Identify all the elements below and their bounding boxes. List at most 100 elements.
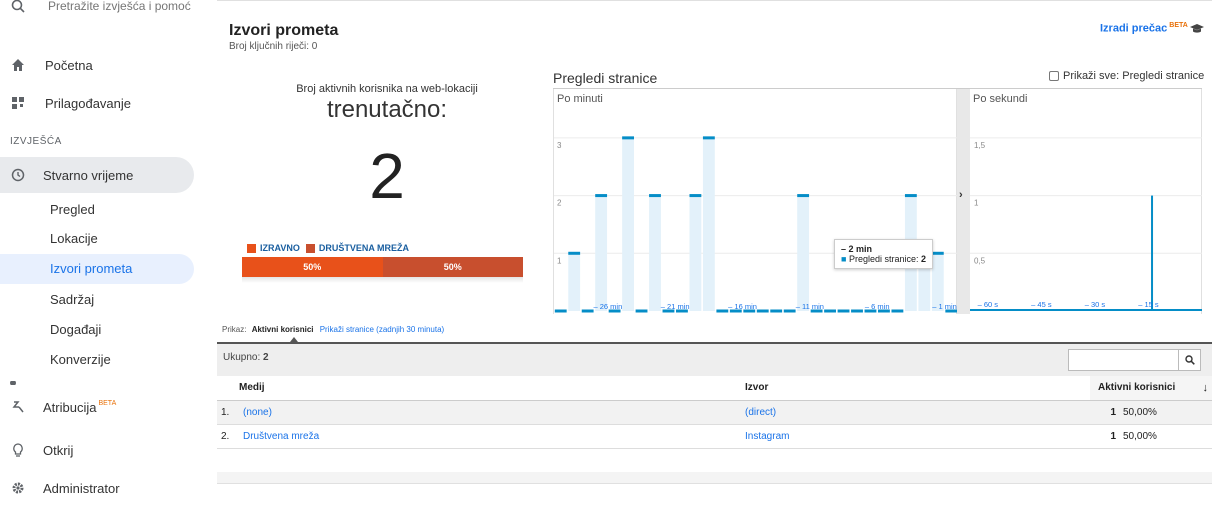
table-search-input[interactable]	[1069, 350, 1178, 370]
minute-ytick-label: 1	[557, 256, 562, 265]
minute-bar-cap	[891, 309, 904, 313]
table-toolbar: Ukupno: 2	[217, 342, 1212, 376]
create-shortcut-link[interactable]: Izradi prečac BETA	[1100, 22, 1188, 35]
col-active-users-label: Aktivni korisnici	[1098, 381, 1176, 393]
minute-bar-cap	[622, 136, 634, 140]
tooltip-value: 2	[921, 254, 927, 264]
nav-admin-label: Administrator	[43, 480, 120, 496]
second-ytick-label: 0,5	[974, 256, 986, 265]
col-source[interactable]: Izvor	[745, 376, 1090, 400]
table-search-button[interactable]	[1178, 350, 1200, 370]
table-row: 2. Društvena mreža Instagram 1 50,00%	[217, 424, 1212, 448]
col-medium[interactable]: Medij	[239, 376, 745, 400]
nav-home[interactable]: Početna	[0, 48, 93, 82]
legend-social-swatch	[305, 243, 315, 253]
nav-customize[interactable]: Prilagođavanje	[0, 86, 131, 120]
minute-xtick-label: – 1 min	[932, 302, 957, 311]
minute-bar-cap	[716, 309, 729, 313]
second-chart-panel: Po sekundi 1,5 1 0,5– 60 s – 45 s – 30 s – 15…	[970, 89, 1202, 314]
attribution-beta-badge: BETA	[98, 399, 117, 407]
legend-direct-swatch	[247, 243, 256, 253]
active-users-label: Broj aktivnih korisnika na web-lokaciji	[296, 83, 478, 95]
sub-events[interactable]: Događaji	[50, 315, 101, 345]
show-all-toggle[interactable]: Prikaži sve: Pregledi stranice	[1049, 70, 1204, 82]
row-index: 2.	[221, 430, 230, 442]
sub-content[interactable]: Sadržaj	[50, 285, 94, 315]
nav-realtime[interactable]: Stvarno vrijeme	[0, 158, 133, 192]
chart-splitter[interactable]: ›	[957, 89, 970, 314]
second-ytick-label: 1	[974, 199, 979, 208]
row-percent: 50,00%	[1123, 430, 1157, 442]
view-active-users[interactable]: Aktivni korisnici	[252, 325, 314, 334]
row-count: 1	[1110, 406, 1116, 418]
minute-bar-cap	[635, 309, 648, 313]
sort-desc-icon[interactable]: ↓	[1203, 382, 1209, 394]
legend-social-label: DRUŠTVENA MREŽA	[318, 243, 410, 253]
sub-locations[interactable]: Lokacije	[50, 224, 98, 254]
view-pageviews-link[interactable]: Prikaži stranice (zadnjih 30 minuta)	[320, 325, 445, 334]
row-source[interactable]: (direct)	[745, 400, 1090, 424]
chevron-right-icon[interactable]: ›	[959, 189, 963, 201]
show-all-checkbox[interactable]	[1049, 71, 1059, 81]
second-bar	[1151, 195, 1154, 311]
dashboard-icon	[10, 95, 26, 111]
minute-bar	[702, 137, 715, 311]
minute-bar-cap	[931, 251, 944, 255]
minute-xtick-label: – 21 min	[661, 302, 690, 311]
minute-bar-cap	[783, 309, 796, 313]
minute-ytick-label: 2	[557, 199, 562, 208]
clock-icon	[10, 167, 26, 183]
home-icon	[10, 57, 26, 73]
nav-discover[interactable]: Otkrij	[0, 433, 73, 467]
minute-bar-cap	[797, 194, 810, 198]
second-xtick-label: – 45 s	[1031, 300, 1052, 309]
minute-bar-cap	[689, 194, 702, 198]
sub-conversions[interactable]: Konverzije	[50, 345, 111, 375]
minute-chart: 3 2 1 – 26 min – 21 min – 16 min – 11 min – 6 m…	[554, 136, 958, 313]
search-row[interactable]: Pretražite izvješća i pomoć	[0, 0, 191, 24]
row-metric: 1 50,00%	[1090, 400, 1212, 424]
minute-bar-cap	[702, 136, 715, 140]
share-social: 50%	[382, 257, 523, 277]
row-medium[interactable]: Društvena mreža	[239, 424, 745, 448]
gear-icon	[10, 480, 26, 496]
minute-xtick-label: – 6 min	[865, 302, 890, 311]
active-users-count: 2	[369, 140, 405, 212]
minute-bar	[568, 253, 581, 311]
row-medium[interactable]: (none)	[239, 400, 745, 424]
nav-admin[interactable]: Administrator	[0, 471, 120, 505]
search-input[interactable]: Pretražite izvješća i pomoć	[48, 0, 191, 13]
share-direct: 50%	[242, 257, 383, 277]
row-metric: 1 50,00%	[1090, 424, 1212, 448]
sub-traffic-sources[interactable]: Izvori prometa	[50, 254, 132, 284]
keyword-count: Broj ključnih riječi: 0	[229, 41, 318, 52]
channel-legend: IZRAVNO DRUŠTVENA MREŽA	[247, 243, 409, 253]
minute-xtick-label: – 16 min	[728, 302, 757, 311]
attribution-icon	[10, 399, 26, 415]
row-count: 1	[1110, 430, 1116, 442]
row-source[interactable]: Instagram	[745, 424, 1090, 448]
page-title: Izvori prometa	[229, 22, 339, 39]
sub-overview[interactable]: Pregled	[50, 195, 95, 225]
table-row: 1. (none) (direct) 1 50,00%	[217, 400, 1212, 424]
col-active-users[interactable]: Aktivni korisnici ↓	[1090, 376, 1212, 400]
share-bar-shadow	[242, 277, 523, 283]
graduation-cap-icon[interactable]	[1189, 22, 1205, 40]
nav-attribution[interactable]: Atribucija BETA	[0, 390, 116, 424]
chart-tooltip: – 2 min ■ Pregledi stranice: 2	[834, 239, 934, 269]
tooltip-row: ■ Pregledi stranice: 2	[841, 254, 927, 264]
table-search	[1068, 349, 1201, 371]
view-prefix: Prikaz:	[222, 325, 247, 334]
minute-xtick-label: – 26 min	[593, 302, 622, 311]
tooltip-title: – 2 min	[841, 244, 873, 254]
show-all-label: Prikaži sve: Pregledi stranice	[1063, 70, 1205, 82]
table-footer	[217, 472, 1212, 484]
second-xtick-label: – 30 s	[1085, 300, 1106, 309]
nav-customize-label: Prilagođavanje	[45, 95, 132, 111]
second-xtick-label: – 60 s	[978, 300, 999, 309]
sidebar: Pretražite izvješća i pomoć Početna Pril…	[0, 0, 205, 496]
second-chart: 1,5 1 0,5 – 60 s – 45 s – 30 s – 15 s	[970, 137, 1202, 311]
table-total: Ukupno: 2	[223, 352, 269, 363]
tooltip-label: Pregledi stranice:	[848, 254, 919, 264]
minute-bar-cap	[851, 309, 863, 313]
